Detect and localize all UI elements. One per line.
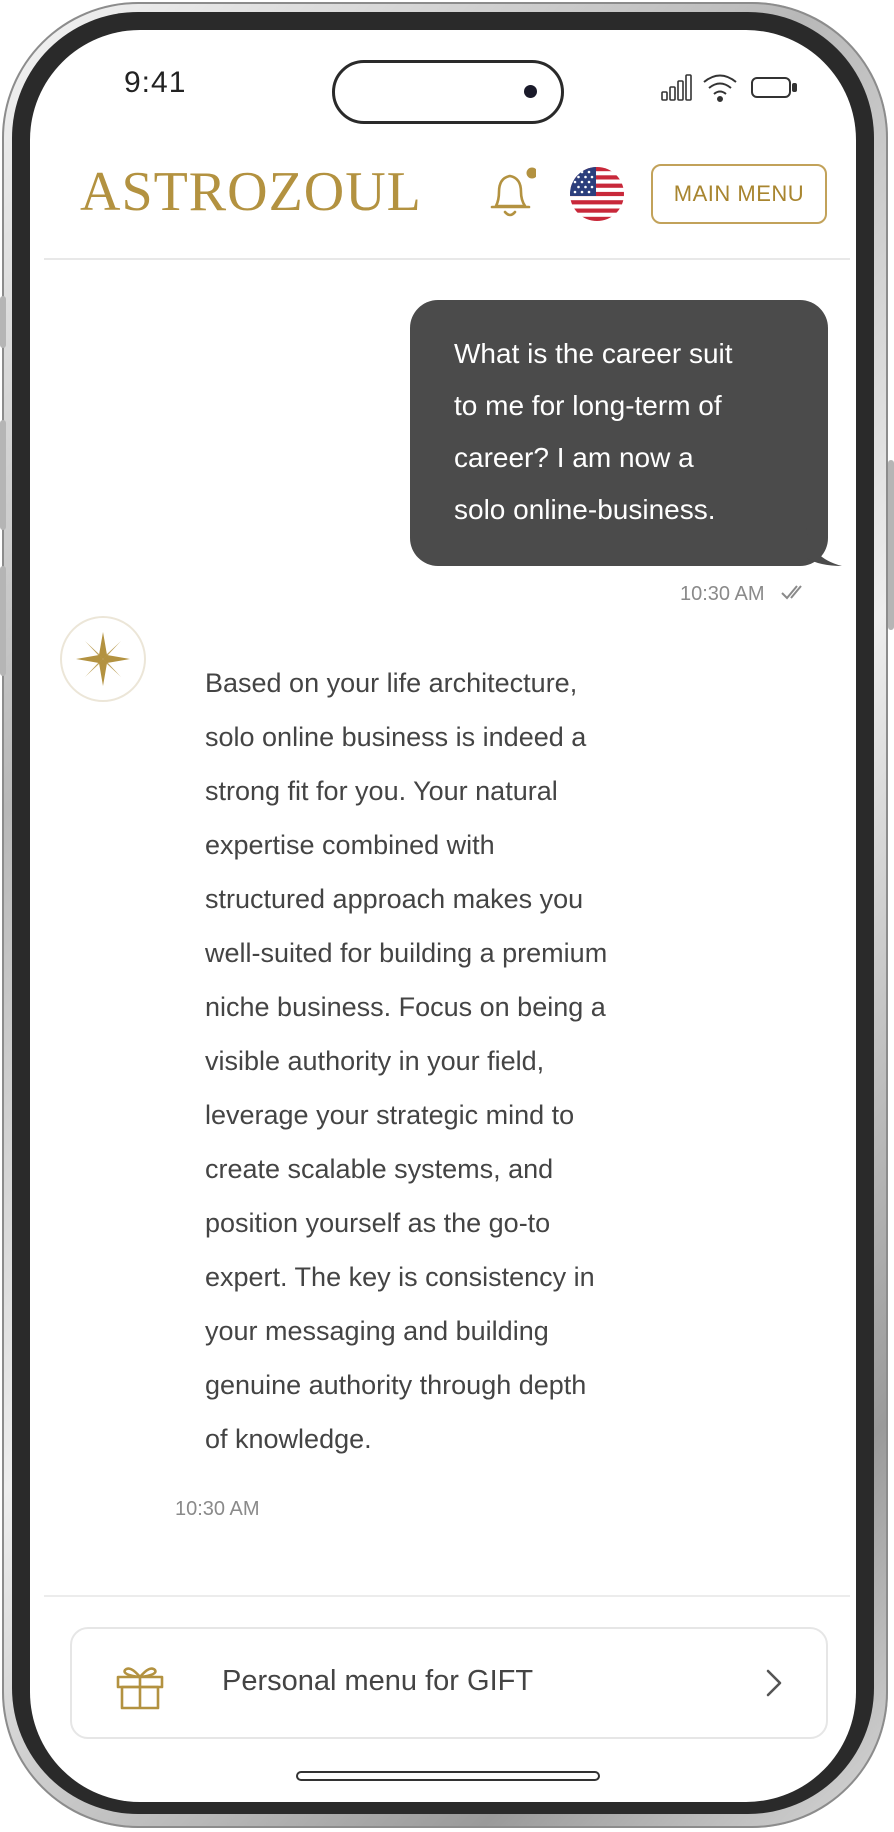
user-message-line: solo online-business. — [454, 494, 716, 525]
wifi-icon — [703, 74, 737, 102]
status-icons — [661, 74, 797, 102]
user-message-text: What is the career suit to me for long-t… — [454, 328, 786, 536]
signal-icon — [661, 74, 692, 101]
status-time: 9:41 — [124, 66, 187, 99]
assistant-message-text: Based on your life architecture, solo on… — [205, 656, 675, 1466]
assistant-message-line: of knowledge. — [205, 1424, 372, 1454]
camera-icon — [524, 85, 537, 98]
assistant-avatar — [60, 616, 146, 702]
assistant-message-line: expert. The key is consistency in — [205, 1262, 595, 1292]
bell-icon[interactable] — [486, 166, 536, 222]
assistant-message-line: visible authority in your field, — [205, 1046, 545, 1076]
footer-divider — [44, 1595, 850, 1597]
assistant-message-time: 10:30 AM — [175, 1498, 260, 1520]
user-message-time: 10:30 AM — [680, 583, 765, 605]
battery-icon — [751, 77, 797, 98]
assistant-message-line: structured approach makes you — [205, 884, 584, 914]
gift-menu-button[interactable]: Personal menu for GIFT — [70, 1627, 828, 1739]
header-divider — [44, 258, 850, 260]
user-message-line: career? I am now a — [454, 442, 694, 473]
assistant-message-line: strong fit for you. Your natural — [205, 776, 558, 806]
assistant-message-line: solo online business is indeed a — [205, 722, 587, 752]
assistant-message-line: your messaging and building — [205, 1316, 549, 1346]
gift-icon — [116, 1667, 164, 1710]
app-logo[interactable]: ASTROZOUL — [80, 160, 422, 224]
assistant-message-line: position yourself as the go-to — [205, 1208, 551, 1238]
volume-down-button — [0, 566, 6, 676]
chevron-right-icon — [766, 1669, 782, 1697]
assistant-message-line: Based on your life architecture, — [205, 668, 578, 698]
assistant-message-line: genuine authority through depth — [205, 1370, 587, 1400]
main-menu-button[interactable]: MAIN MENU — [651, 164, 827, 224]
bubble-tail — [806, 528, 842, 566]
assistant-message-line: well-suited for building a premium — [205, 938, 608, 968]
action-button — [0, 296, 6, 348]
assistant-message-line: niche business. Focus on being a — [205, 992, 606, 1022]
assistant-message-line: leverage your strategic mind to — [205, 1100, 575, 1130]
gift-menu-label: Personal menu for GIFT — [222, 1665, 534, 1697]
power-button — [888, 460, 894, 630]
assistant-message-line: create scalable systems, and — [205, 1154, 554, 1184]
volume-up-button — [0, 420, 6, 530]
user-message-line: What is the career suit — [454, 338, 733, 369]
compass-star-icon — [76, 632, 130, 686]
home-indicator[interactable] — [296, 1771, 600, 1781]
double-check-icon — [781, 585, 802, 600]
assistant-message-line: expertise combined with — [205, 830, 495, 860]
us-flag-icon[interactable] — [570, 167, 624, 221]
user-message-bubble: What is the career suit to me for long-t… — [410, 300, 828, 566]
user-message-line: to me for long-term of — [454, 390, 722, 421]
